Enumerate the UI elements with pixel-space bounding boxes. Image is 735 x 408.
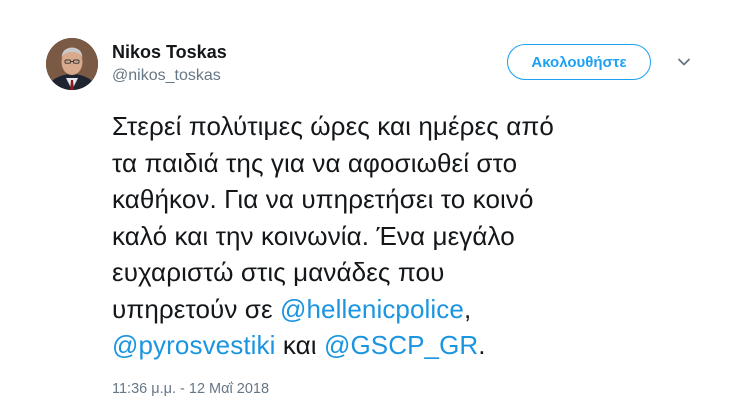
tweet-line: Στερεί πολύτιμες ώρες και ημέρες από	[112, 108, 582, 145]
tweet-line: ευχαριστώ στις μανάδες που	[112, 254, 582, 291]
tweet-line: καθήκον. Για να υπηρετήσει το κοινό	[112, 181, 582, 218]
tweet-text: Στερεί πολύτιμες ώρες και ημέρες από τα …	[112, 108, 582, 364]
tweet-line: καλό και την κοινωνία. Ένα μεγάλο	[112, 218, 582, 255]
tweet-text-segment: και	[275, 330, 324, 360]
tweet-card: Nikos Toskas @nikos_toskas Ακολουθήστε Σ…	[0, 0, 735, 408]
mention-link-pyrosvestiki[interactable]: @pyrosvestiki	[112, 330, 276, 360]
tweet-text-segment: .	[478, 330, 486, 360]
avatar-portrait-icon	[46, 38, 98, 90]
tweet-text-segment: καλό και την κοινωνία. Ένα μεγάλο	[112, 220, 515, 251]
tweet-text-segment: ,	[463, 293, 472, 324]
chevron-down-icon[interactable]	[676, 54, 692, 70]
tweet-text-segment: τα παιδιά της για να αφοσιωθεί στο	[112, 147, 518, 178]
user-display-name[interactable]: Nikos Toskas	[112, 42, 227, 63]
tweet-line: τα παιδιά της για να αφοσιωθεί στο	[112, 145, 582, 182]
follow-button[interactable]: Ακολουθήστε	[507, 44, 651, 80]
mention-link-gscp-gr[interactable]: @GSCP_GR	[324, 330, 478, 360]
avatar[interactable]	[46, 38, 98, 90]
mention-link-hellenicpolice[interactable]: @hellenicpolice	[280, 294, 464, 324]
tweet-line: υπηρετούν σε @hellenicpolice,	[112, 291, 582, 328]
tweet-text-segment: ευχαριστώ στις μανάδες που	[112, 257, 445, 287]
tweet-text-segment: καθήκον. Για να υπηρετήσει το κοινό	[112, 184, 534, 214]
tweet-timestamp[interactable]: 11:36 μ.μ. - 12 Μαΐ 2018	[112, 381, 269, 397]
tweet-line: @pyrosvestiki και @GSCP_GR.	[112, 327, 582, 364]
user-handle[interactable]: @nikos_toskas	[112, 67, 221, 85]
tweet-text-segment: υπηρετούν σε	[112, 293, 280, 324]
tweet-text-segment: Στερεί πολύτιμες ώρες και ημέρες από	[112, 111, 554, 141]
